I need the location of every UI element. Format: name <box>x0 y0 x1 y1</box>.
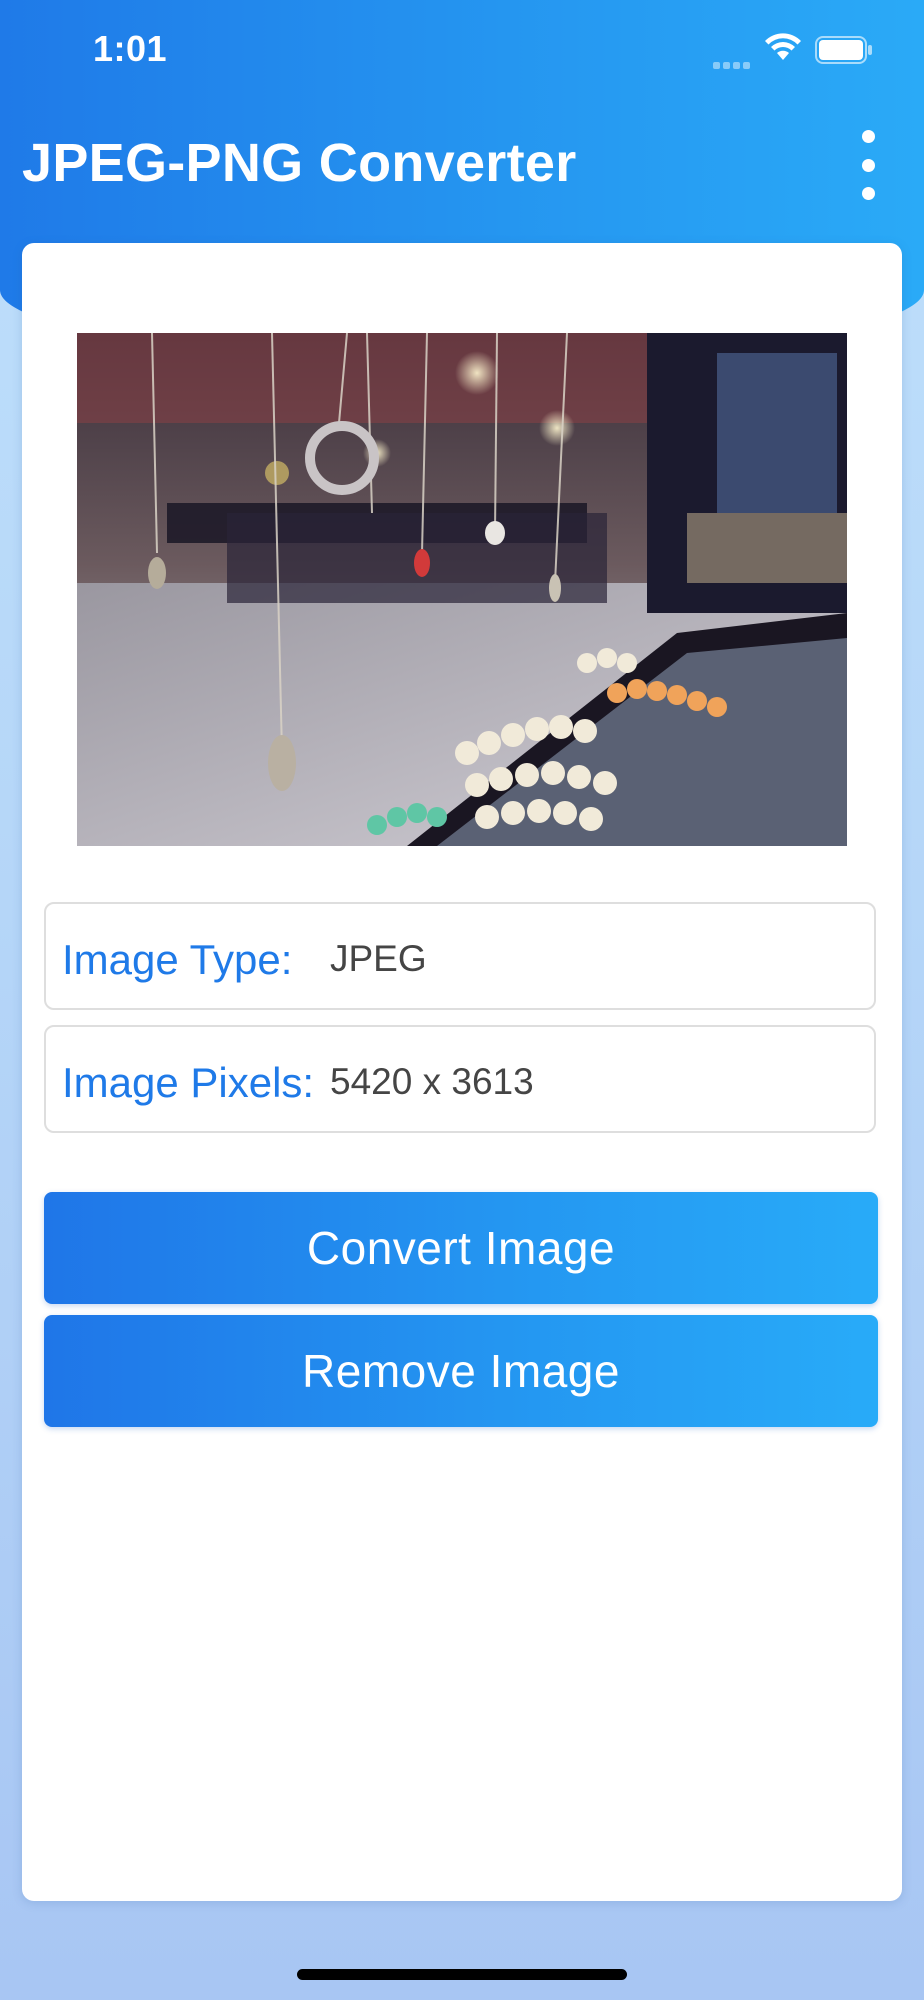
battery-icon <box>815 36 873 69</box>
image-pixels-label: Image Pixels: <box>62 1059 315 1106</box>
home-indicator[interactable] <box>297 1969 627 1980</box>
remove-image-button[interactable]: Remove Image <box>44 1315 878 1427</box>
image-pixels-value: 5420 x 3613 <box>330 1061 534 1102</box>
image-preview[interactable] <box>77 333 847 846</box>
image-pixels-row: Image Pixels: 5420 x 3613 <box>44 1025 876 1133</box>
app-title: JPEG-PNG Converter <box>22 133 577 193</box>
image-type-value: JPEG <box>330 938 427 979</box>
signal-icon <box>713 56 753 74</box>
status-bar: 1:01 <box>0 0 924 100</box>
status-time: 1:01 <box>93 28 168 69</box>
wifi-icon <box>764 32 802 67</box>
convert-image-button[interactable]: Convert Image <box>44 1192 878 1304</box>
main-card: Image Type: JPEG Image Pixels: 5420 x 36… <box>22 243 902 1901</box>
image-type-label: Image Type: <box>62 936 293 983</box>
image-type-row: Image Type: JPEG <box>44 902 876 1010</box>
more-vertical-icon[interactable] <box>848 130 888 200</box>
